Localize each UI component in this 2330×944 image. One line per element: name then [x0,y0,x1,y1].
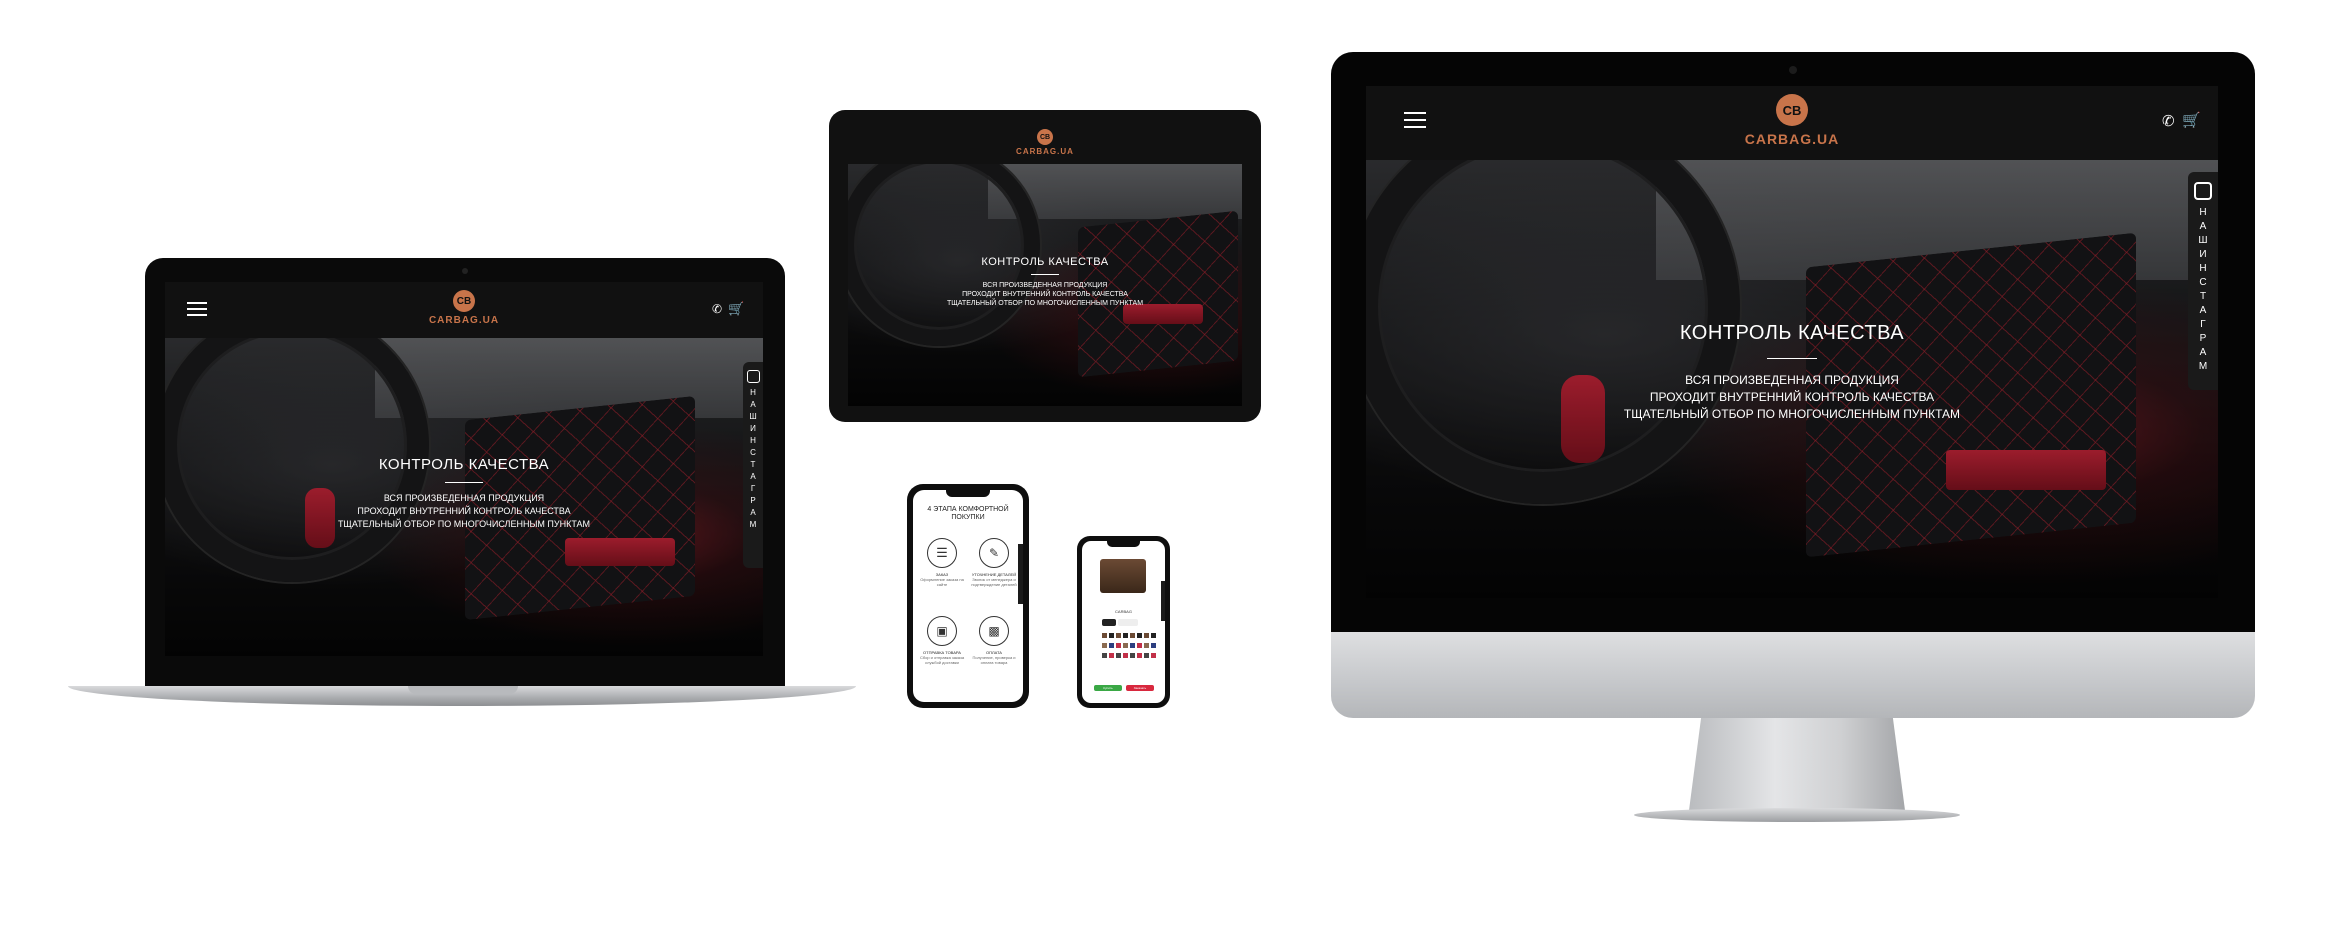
order-icon: ☰ [927,538,957,568]
hero-line-3: ТЩАТЕЛЬНЫЙ ОТБОР ПО МНОГОЧИСЛЕННЫМ ПУНКТ… [1623,407,1961,421]
hero-banner: КОНТРОЛЬ КАЧЕСТВА ВСЯ ПРОИЗВЕДЕННАЯ ПРОД… [848,164,1242,406]
order-button[interactable]: Заказать [1126,685,1154,691]
hero-line-3: ТЩАТЕЛЬНЫЙ ОТБОР ПО МНОГОЧИСЛЕННЫМ ПУНКТ… [946,300,1144,307]
details-icon: ✎ [979,538,1009,568]
box-icon: ▣ [927,616,957,646]
instagram-label: НАШ ИНСТАГРАМ [2198,207,2211,372]
hero-banner: КОНТРОЛЬ КАЧЕСТВА ВСЯ ПРОИЗВЕДЕННАЯ ПРОД… [1366,160,2218,598]
instagram-sidebar[interactable] [1018,544,1023,604]
variant-tabs [1102,619,1146,626]
hero-caption: КОНТРОЛЬ КАЧЕСТВА ВСЯ ПРОИЗВЕДЕННАЯ ПРОД… [848,256,1242,308]
product-image [1100,559,1146,593]
hero-line-3: ТЩАТЕЛЬНЫЙ ОТБОР ПО МНОГОЧИСЛЕННЫМ ПУНКТ… [337,519,591,529]
product-label: CARBAG [1115,609,1132,614]
hero-banner: КОНТРОЛЬ КАЧЕСТВА ВСЯ ПРОИЗВЕДЕННАЯ ПРОД… [165,338,763,656]
tablet-screen: CB CARBAG.UA КОНТРОЛЬ КАЧЕСТВА ВСЯ ПРОИЗ… [848,126,1242,406]
variant-tab-active[interactable] [1102,619,1116,626]
instagram-sidebar[interactable]: НАШ ИНСТАГРАМ [2188,172,2218,390]
desktop-stand-neck [1688,718,1906,818]
hero-title: КОНТРОЛЬ КАЧЕСТВА [1679,322,1905,344]
instagram-label: НАШ ИНСТАГРАМ [749,388,759,529]
phone-a-notch [946,490,990,497]
phone-b-screen: CARBAG Купить Заказать [1082,541,1165,703]
step-desc: Сбор и отправка заказа службой доставки [919,655,965,665]
step-desc: Звонок от менеджера и подтверждение дета… [971,577,1017,587]
logo[interactable]: CB CARBAG.UA [1742,94,1842,147]
hero-divider [445,482,483,483]
steps-title: 4 ЭТАПА КОМФОРТНОЙ ПОКУПКИ [927,506,1009,521]
phone-icon[interactable]: ✆ [2162,112,2175,130]
swatch-row[interactable] [1102,643,1158,648]
swatch-row[interactable] [1102,633,1158,638]
step-item: ☰ ЗАКАЗ Оформление заказа на сайте [917,538,967,587]
logo[interactable]: CB CARBAG.UA [414,290,514,326]
logo-mark: CB [1037,129,1053,145]
step-item: ▣ ОТПРАВКА ТОВАРА Сбор и отправка заказа… [917,616,967,665]
hero-line-1: ВСЯ ПРОИЗВЕДЕННАЯ ПРОДУКЦИЯ [1685,373,1899,387]
laptop-screen: CB CARBAG.UA ✆ 🛒 КОНТРОЛЬ КАЧЕСТВА ВСЯ П… [165,282,763,656]
laptop-notch [408,686,518,694]
desktop-screen: CB CARBAG.UA ✆ 🛒 КОНТРОЛЬ КАЧЕСТВА ВСЯ П… [1366,86,2218,598]
step-item: ▩ ОПЛАТА Получение, проверка и оплата то… [969,616,1019,665]
payment-icon: ▩ [979,616,1009,646]
site-header: CB CARBAG.UA ✆ 🛒 [165,282,763,338]
desktop-camera [1789,66,1797,74]
hamburger-menu-icon[interactable] [1404,112,1426,128]
instagram-sidebar[interactable]: НАШ ИНСТАГРАМ [743,362,763,568]
logo-mark: CB [453,290,475,312]
hero-line-2: ПРОХОДИТ ВНУТРЕННИЙ КОНТРОЛЬ КАЧЕСТВА [1649,390,1935,404]
hero-line-1: ВСЯ ПРОИЗВЕДЕННАЯ ПРОДУКЦИЯ [982,282,1108,289]
hero-title: КОНТРОЛЬ КАЧЕСТВА [378,456,550,473]
logo-mark: CB [1776,94,1808,126]
instagram-sidebar[interactable] [1161,581,1165,621]
step-item: ✎ УТОЧНЕНИЕ ДЕТАЛЕЙ Звонок от менеджера … [969,538,1019,587]
hamburger-menu-icon[interactable] [187,302,207,316]
phone-b-notch [1107,541,1140,547]
instagram-icon [746,370,760,383]
desktop-chin [1331,632,2255,718]
hero-line-2: ПРОХОДИТ ВНУТРЕННИЙ КОНТРОЛЬ КАЧЕСТВА [357,506,571,516]
site-header: CB CARBAG.UA [848,126,1242,164]
hero-caption: КОНТРОЛЬ КАЧЕСТВА ВСЯ ПРОИЗВЕДЕННАЯ ПРОД… [1366,322,2218,423]
logo[interactable]: CB CARBAG.UA [1005,129,1085,156]
hero-title: КОНТРОЛЬ КАЧЕСТВА [981,256,1109,268]
color-swatches [1090,633,1160,673]
logo-text: CARBAG.UA [428,315,500,326]
hero-divider [1031,274,1059,275]
step-desc: Оформление заказа на сайте [920,577,964,587]
swatch-row[interactable] [1102,653,1158,658]
cart-icon[interactable]: 🛒 [728,301,744,317]
cart-icon[interactable]: 🛒 [2182,111,2201,129]
hero-line-2: ПРОХОДИТ ВНУТРЕННИЙ КОНТРОЛЬ КАЧЕСТВА [962,291,1128,298]
hero-divider [1767,358,1817,359]
step-desc: Получение, проверка и оплата товара [972,655,1016,665]
buy-button[interactable]: Купить [1094,685,1122,691]
instagram-icon [2194,182,2212,200]
variant-tab[interactable] [1118,619,1138,626]
logo-text: CARBAG.UA [1744,131,1840,147]
site-header: CB CARBAG.UA ✆ 🛒 [1366,86,2218,160]
hero-line-1: ВСЯ ПРОИЗВЕДЕННАЯ ПРОДУКЦИЯ [383,493,545,503]
logo-text: CARBAG.UA [1016,147,1074,156]
desktop-stand-foot [1634,808,1960,822]
laptop-camera [462,268,468,274]
hero-caption: КОНТРОЛЬ КАЧЕСТВА ВСЯ ПРОИЗВЕДЕННАЯ ПРОД… [165,456,763,531]
phone-icon[interactable]: ✆ [712,302,722,316]
phone-a-screen: 4 ЭТАПА КОМФОРТНОЙ ПОКУПКИ ☰ ЗАКАЗ Оформ… [913,490,1023,702]
